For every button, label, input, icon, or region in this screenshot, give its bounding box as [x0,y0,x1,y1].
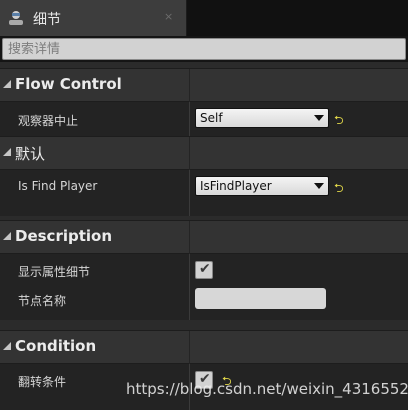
collapse-arrow-icon[interactable] [3,232,11,240]
property-row-is-find-player: Is Find Player IsFindPlayer ⮌ [0,170,408,216]
column-divider [189,69,190,103]
tab-details[interactable]: 细节 × [0,0,187,36]
collapse-arrow-icon[interactable] [3,342,11,350]
tab-title: 细节 [33,12,61,28]
node-name-input[interactable] [195,288,326,309]
section-title: Flow Control [15,75,122,93]
close-icon[interactable]: × [164,10,173,23]
property-label: Is Find Player [18,179,98,193]
collapse-arrow-icon[interactable] [3,148,11,156]
column-divider [189,102,190,136]
watermark-url: https://blog.csdn.net/weixin_43165523 [126,380,408,398]
property-row-observer-abort: 观察器中止 Self ⮌ [0,102,408,136]
observer-abort-dropdown[interactable]: Self [195,108,329,128]
column-divider [189,170,190,216]
chevron-down-icon [314,115,324,121]
property-label: 翻转条件 [18,375,67,389]
dropdown-value: Self [200,111,223,125]
column-divider [189,221,190,255]
is-find-player-dropdown[interactable]: IsFindPlayer [195,176,329,196]
chevron-down-icon [314,183,324,189]
dropdown-value: IsFindPlayer [200,179,272,193]
column-divider [189,331,190,365]
property-label: 观察器中止 [18,114,79,128]
property-label: 显示属性细节 [18,265,91,279]
checkmark-icon: ✔ [199,261,211,277]
details-icon [7,9,25,27]
section-title: Description [15,227,113,245]
search-input[interactable] [3,39,405,59]
section-default[interactable]: 默认 [0,136,408,171]
section-condition[interactable]: Condition [0,330,408,365]
reset-to-default-icon[interactable]: ⮌ [334,111,344,132]
show-property-details-checkbox[interactable]: ✔ [195,261,213,279]
column-divider [189,137,190,171]
tab-bar: 细节 × [0,0,408,36]
section-description[interactable]: Description [0,220,408,255]
section-title: 默认 [15,145,46,163]
section-flow-control[interactable]: Flow Control [0,68,408,103]
property-label: 节点名称 [18,294,67,308]
column-divider [189,254,190,320]
search-field[interactable] [2,38,406,60]
section-title: Condition [15,337,97,355]
collapse-arrow-icon[interactable] [3,80,11,88]
reset-to-default-icon[interactable]: ⮌ [334,179,344,200]
property-group-description: 显示属性细节 ✔ 节点名称 [0,254,408,320]
details-panel: Flow Control 观察器中止 Self ⮌ 默认 Is Find Pla… [0,62,408,410]
